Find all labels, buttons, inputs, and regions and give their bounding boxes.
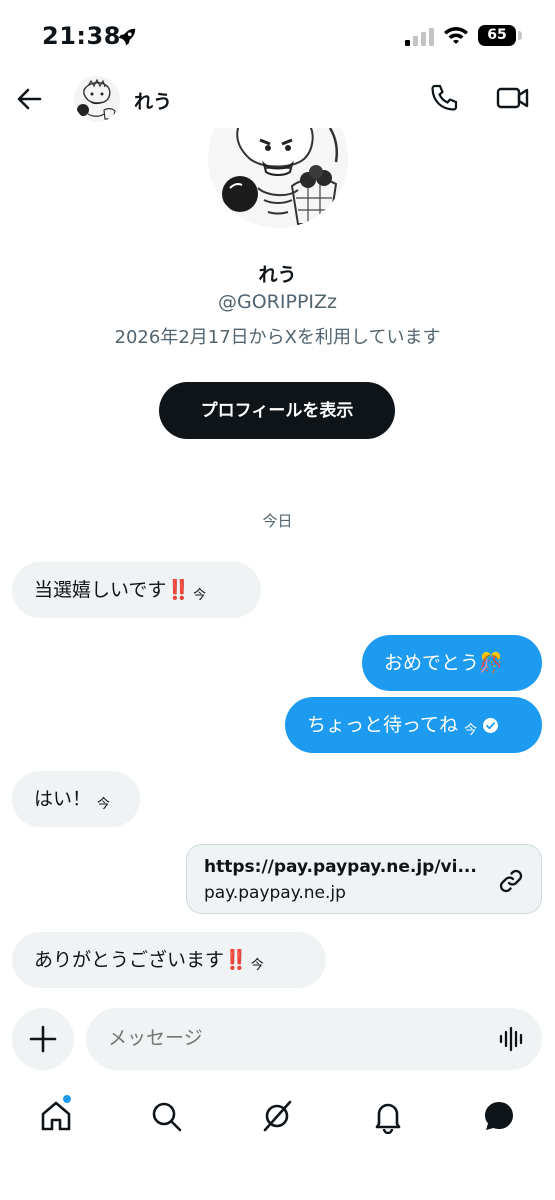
message-bubble[interactable]: ありがとうございます‼️ 今 — [12, 932, 326, 988]
status-bar: 21:38 65 — [0, 0, 555, 70]
confetti-emoji: 🎊 — [479, 652, 503, 674]
message-text: ちょっと待ってね — [307, 714, 459, 736]
message-timestamp: 今 — [464, 723, 478, 738]
back-arrow-icon[interactable] — [14, 84, 44, 114]
profile-name: れう — [258, 264, 297, 286]
plus-icon — [29, 1025, 57, 1053]
double-exclamation-emoji: ‼️ — [224, 949, 248, 971]
message-text: おめでとう — [384, 652, 480, 674]
phone-icon[interactable] — [428, 82, 460, 114]
double-exclamation-emoji: ‼️ — [166, 579, 190, 601]
message-text: はい！ — [34, 788, 92, 810]
video-call-icon[interactable] — [496, 82, 530, 114]
message-timestamp: 今 — [193, 588, 207, 603]
profile-joined-date: 2026年2月17日からXを利用しています — [114, 327, 441, 348]
wifi-icon — [444, 27, 468, 44]
notification-dot — [62, 1094, 72, 1104]
bottom-tab-bar — [0, 1090, 555, 1146]
link-domain: pay.paypay.ne.jp — [204, 883, 346, 903]
signal-icon — [405, 28, 434, 46]
search-icon[interactable] — [148, 1098, 184, 1134]
link-preview-card[interactable]: https://pay.paypay.ne.jp/vi... pay.paypa… — [186, 844, 542, 914]
battery-tip — [518, 31, 522, 40]
message-text: ありがとうございます — [34, 949, 225, 971]
link-url: https://pay.paypay.ne.jp/vi... — [204, 857, 477, 877]
rocket-icon — [118, 28, 136, 46]
message-timestamp: 今 — [250, 958, 264, 973]
message-bubble[interactable]: おめでとう🎊 — [362, 635, 542, 691]
message-bubble[interactable]: ちょっと待ってね今 — [285, 697, 542, 753]
profile-handle: @GORIPPIZz — [218, 291, 337, 313]
bell-icon[interactable] — [370, 1098, 406, 1134]
message-timestamp: 今 — [97, 797, 111, 812]
date-separator: 今日 — [262, 512, 293, 530]
message-input[interactable] — [86, 1008, 542, 1070]
add-attachment-button[interactable] — [12, 1008, 74, 1070]
header-name[interactable]: れう — [134, 87, 172, 114]
read-check-icon — [483, 718, 499, 733]
view-profile-button[interactable]: プロフィールを表示 — [159, 382, 395, 439]
message-bubble[interactable]: はい！ 今 — [12, 771, 140, 827]
voice-waveform-icon[interactable] — [498, 1025, 526, 1053]
grok-icon[interactable] — [259, 1098, 295, 1134]
conversation-header: れう — [0, 70, 555, 128]
message-text: 当選嬉しいです — [34, 579, 167, 601]
message-bubble[interactable]: 当選嬉しいです‼️ 今 — [12, 562, 261, 618]
avatar[interactable] — [74, 76, 120, 122]
messages-icon[interactable] — [481, 1098, 517, 1134]
status-time: 21:38 — [42, 22, 121, 50]
link-icon — [499, 869, 523, 893]
battery-indicator: 65 — [478, 25, 516, 46]
